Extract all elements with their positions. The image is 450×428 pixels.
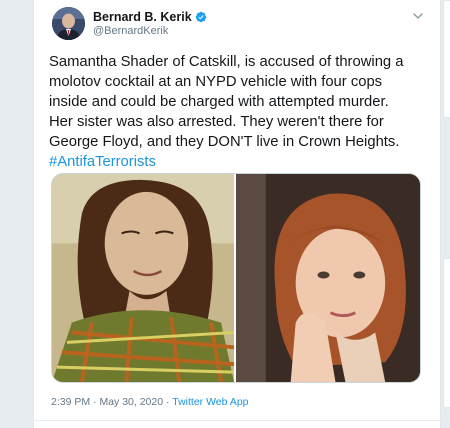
divider [33, 420, 441, 421]
verified-badge-icon [195, 11, 206, 23]
tweet-text: Samantha Shader of Catskill, is accused … [49, 52, 421, 172]
tweet-body: Samantha Shader of Catskill, is accused … [49, 54, 404, 150]
meta-separator: · [93, 396, 97, 408]
tweet-time[interactable]: 2:39 PM [51, 396, 90, 408]
photo-image [52, 174, 234, 382]
hashtag-link[interactable]: #AntifaTerrorists [49, 154, 156, 170]
tweet-source[interactable]: Twitter Web App [172, 396, 248, 408]
photo-right[interactable] [236, 174, 420, 382]
sidebar-panel [443, 258, 450, 408]
photo-left[interactable] [52, 174, 234, 382]
tweet-date[interactable]: May 30, 2020 [99, 396, 163, 408]
author-name[interactable]: Bernard B. Kerik [93, 10, 192, 24]
right-sidebar-edge [441, 0, 450, 428]
photo-image [236, 174, 420, 382]
meta-separator: · [166, 396, 170, 408]
tweet-meta: 2:39 PM · May 30, 2020 · Twitter Web App [51, 396, 249, 408]
sidebar-panel [443, 0, 450, 118]
media-grid [51, 173, 421, 383]
chevron-down-icon[interactable] [412, 10, 424, 22]
avatar[interactable] [52, 7, 85, 40]
author-handle[interactable]: @BernardKerik [93, 25, 168, 37]
